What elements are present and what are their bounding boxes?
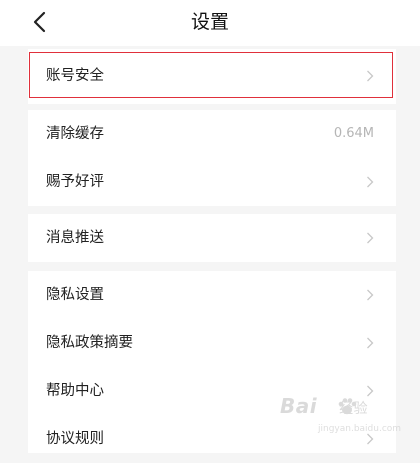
row-label: 赐予好评 xyxy=(46,174,104,190)
row-label: 账号安全 xyxy=(46,68,104,84)
section-account: 账号安全 xyxy=(28,49,396,104)
chevron-right-icon xyxy=(366,433,374,445)
row-push-notifications[interactable]: 消息推送 xyxy=(28,214,396,262)
chevron-right-icon xyxy=(366,385,374,397)
section-cache-rating: 清除缓存 0.64M 赐予好评 xyxy=(28,110,396,206)
row-privacy-policy-summary[interactable]: 隐私政策摘要 xyxy=(28,319,396,367)
page-title: 设置 xyxy=(190,11,229,33)
row-rate-app[interactable]: 赐予好评 xyxy=(28,158,396,206)
row-label: 消息推送 xyxy=(46,230,104,246)
row-agreement-rules[interactable]: 协议规则 xyxy=(28,415,396,463)
chevron-right-icon xyxy=(366,232,374,244)
row-account-security[interactable]: 账号安全 xyxy=(28,52,396,100)
row-clear-cache[interactable]: 清除缓存 0.64M xyxy=(28,110,396,158)
row-label: 协议规则 xyxy=(46,431,104,447)
chevron-right-icon xyxy=(366,176,374,188)
row-label: 隐私设置 xyxy=(46,287,104,303)
row-label: 帮助中心 xyxy=(46,383,104,399)
row-label: 清除缓存 xyxy=(46,126,104,142)
section-notifications: 消息推送 xyxy=(28,214,396,262)
chevron-right-icon xyxy=(366,70,374,82)
top-bar: 设置 xyxy=(0,0,420,46)
cache-size-value: 0.64M xyxy=(333,126,374,141)
chevron-right-icon xyxy=(366,337,374,349)
section-privacy-help: 隐私设置 隐私政策摘要 帮助中心 协议规则 xyxy=(28,271,396,453)
chevron-right-icon xyxy=(366,289,374,301)
row-help-center[interactable]: 帮助中心 xyxy=(28,367,396,415)
row-label: 隐私政策摘要 xyxy=(46,335,133,351)
row-privacy-settings[interactable]: 隐私设置 xyxy=(28,271,396,319)
